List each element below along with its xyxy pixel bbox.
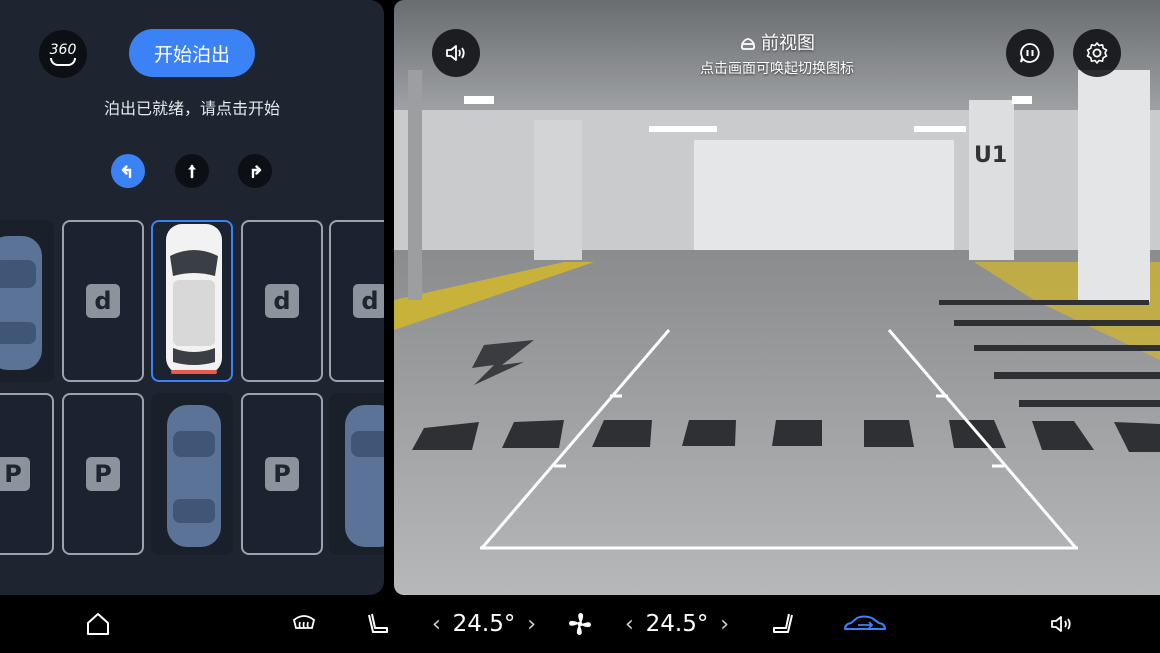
defrost-button[interactable] [287,605,321,643]
fan-icon [569,613,591,635]
turn-right-button[interactable] [238,154,272,188]
camera-volume-button[interactable] [432,29,480,77]
left-temp-decrease[interactable]: ‹ [432,612,441,637]
right-seat-button[interactable] [767,605,799,643]
spot-label: d [265,284,299,318]
turn-left-icon [121,165,132,179]
left-seat-button[interactable] [362,605,394,643]
spot-label: d [86,284,120,318]
parked-car-icon [167,405,221,547]
parking-spot-empty[interactable]: d [329,220,384,382]
volume-icon [446,45,465,61]
right-temperature-control[interactable]: ‹ 24.5° › [625,605,729,643]
volume-button[interactable] [1046,605,1078,643]
parking-spot-empty[interactable]: d [62,220,144,382]
spot-label: P [265,457,299,491]
camera-settings-button[interactable] [1073,29,1121,77]
parking-spot-empty[interactable]: P [0,393,54,555]
arrow-up-icon [188,164,196,179]
vehicle-button[interactable] [842,605,888,643]
spot-label: P [0,457,30,491]
camera-feed: U1 [394,0,1160,595]
front-camera-view[interactable]: U1 前视图 点击画面可唤起切换图标 [394,0,1160,595]
view-360-button[interactable]: 360 [39,30,87,78]
parking-spot-empty[interactable]: P [241,393,323,555]
parking-panel: 360 开始泊出 泊出已就绪，请点击开始 d d d P P P [0,0,384,595]
settings-icon [1086,42,1108,64]
left-temp-increase[interactable]: › [527,612,536,637]
volume-icon [1051,616,1071,632]
own-car-spot [151,220,233,382]
spot-label: P [86,457,120,491]
parked-car-icon [345,405,384,547]
pillar-sign: U1 [974,143,1007,168]
parked-car-icon [0,236,42,370]
start-park-out-button[interactable]: 开始泊出 [129,29,255,77]
turn-right-icon [251,165,262,179]
bottom-bar: ‹ 24.5° › ‹ 24.5° › [0,595,1160,653]
car-icon [844,615,886,630]
parking-spot-empty[interactable]: d [241,220,323,382]
parking-spot-occupied [151,393,233,555]
right-temp-increase[interactable]: › [720,612,729,637]
right-temp-decrease[interactable]: ‹ [625,612,634,637]
fan-button[interactable] [564,605,596,643]
seat-icon [368,613,388,633]
own-car-icon [166,224,222,374]
spot-label: d [353,284,384,318]
left-temperature: 24.5° [452,611,516,637]
turn-left-button[interactable] [111,154,145,188]
left-temperature-control[interactable]: ‹ 24.5° › [432,605,536,643]
straight-button[interactable] [175,154,209,188]
voice-assistant-icon [1020,43,1040,63]
status-text: 泊出已就绪，请点击开始 [103,99,280,118]
rotate-icon [50,57,76,66]
voice-assistant-button[interactable] [1006,29,1054,77]
parking-spot-occupied [0,220,54,382]
parking-spot-empty[interactable]: P [62,393,144,555]
home-button[interactable] [82,605,114,643]
camera-title-text: 前视图 [761,33,815,54]
seat-icon [773,613,793,633]
front-view-icon [741,38,755,50]
defrost-icon [292,615,316,629]
right-temperature: 24.5° [645,611,709,637]
home-icon [87,613,109,635]
parking-spot-occupied [329,393,384,555]
view-360-label: 360 [49,41,77,58]
